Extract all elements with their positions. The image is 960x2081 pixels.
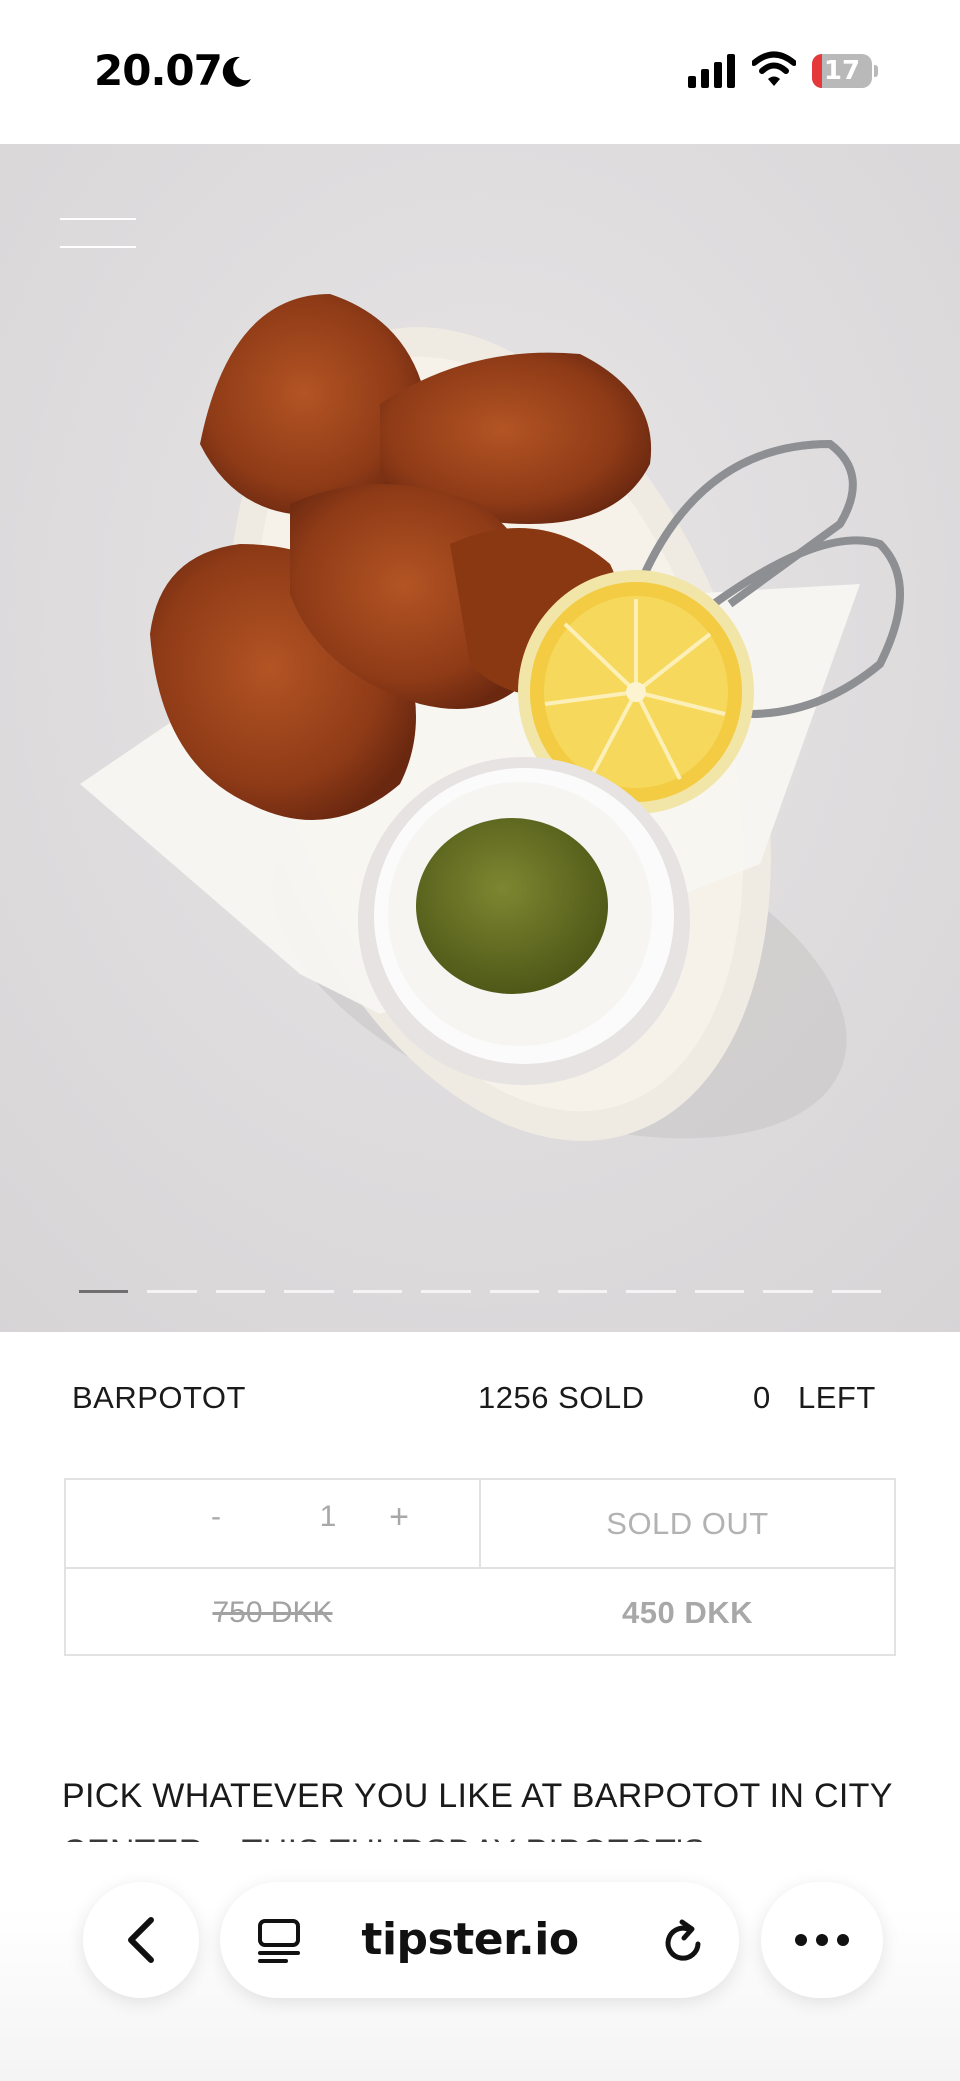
carousel-indicator[interactable]: [79, 1290, 882, 1298]
hero-photo: [0, 144, 960, 1332]
quantity-stepper: - 1 +: [66, 1480, 479, 1567]
carousel-dot[interactable]: [489, 1290, 539, 1293]
left-count: 0: [753, 1380, 771, 1415]
carousel-dot[interactable]: [284, 1290, 334, 1293]
battery-indicator: 17: [812, 54, 878, 88]
sold-out-button[interactable]: SOLD OUT: [481, 1480, 894, 1567]
menu-line: [60, 218, 136, 220]
deal-info-row: BARPOTOT 1256 SOLD 0 LEFT: [0, 1380, 960, 1424]
purchase-box: - 1 + SOLD OUT 750 DKK 450 DKK: [64, 1478, 896, 1656]
carousel-dot[interactable]: [215, 1290, 266, 1293]
quantity-decrement-button[interactable]: -: [196, 1500, 236, 1544]
carousel-dot[interactable]: [626, 1290, 676, 1293]
more-options-button[interactable]: [761, 1882, 883, 1998]
chevron-left-icon: [128, 1917, 154, 1963]
back-button[interactable]: [83, 1882, 199, 1998]
carousel-dot[interactable]: [694, 1290, 745, 1293]
left-label: LEFT: [798, 1380, 876, 1415]
status-time: 20.07: [94, 46, 223, 95]
original-price: 750 DKK: [212, 1596, 333, 1629]
carousel-dot[interactable]: [352, 1290, 403, 1293]
reload-icon[interactable]: [660, 1918, 708, 1966]
carousel-dot[interactable]: [421, 1290, 471, 1293]
carousel-dot[interactable]: [557, 1290, 608, 1293]
menu-line: [60, 246, 136, 248]
address-bar[interactable]: tipster.io: [220, 1882, 739, 1998]
discounted-price: 450 DKK: [622, 1595, 753, 1630]
carousel-dot[interactable]: [831, 1290, 882, 1293]
battery-cap: [874, 65, 878, 77]
venue-name: BARPOTOT: [72, 1380, 246, 1415]
reader-mode-icon[interactable]: [256, 1918, 304, 1964]
carousel-dot[interactable]: [763, 1290, 813, 1293]
url-text: tipster.io: [361, 1914, 579, 1965]
carousel-dot[interactable]: [79, 1290, 129, 1293]
quantity-increment-button[interactable]: +: [376, 1498, 422, 1544]
hero-carousel[interactable]: [0, 144, 960, 1332]
hamburger-menu-icon[interactable]: [60, 214, 136, 254]
battery-level: 17: [823, 56, 861, 86]
quantity-value: 1: [319, 1500, 337, 1533]
moon-icon: [222, 56, 251, 87]
more-dots-icon: [795, 1934, 849, 1946]
battery-body: 17: [812, 54, 872, 88]
cellular-signal-icon: [688, 54, 735, 88]
status-bar: 20.07 17: [0, 0, 960, 144]
carousel-dot[interactable]: [147, 1290, 197, 1293]
wifi-icon: [752, 51, 796, 86]
sold-count: 1256 SOLD: [478, 1380, 645, 1415]
